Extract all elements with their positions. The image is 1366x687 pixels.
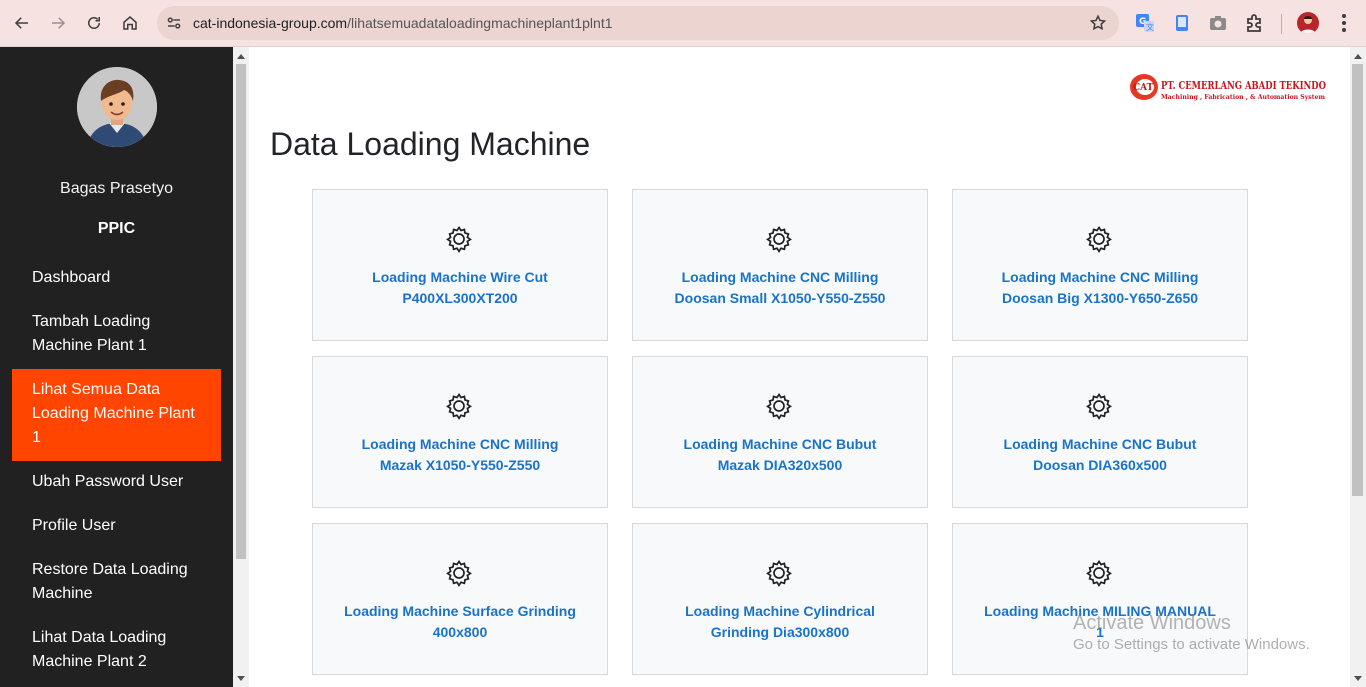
machine-card[interactable]: Loading Machine CNC Milling Doosan Big X1… — [952, 189, 1248, 341]
sidebar-item-profile-user[interactable]: Profile User — [12, 514, 221, 538]
page-scroll-down-icon[interactable] — [1354, 676, 1362, 681]
sidebar-scrollbar-thumb[interactable] — [236, 64, 246, 559]
back-icon[interactable] — [10, 11, 34, 35]
page-scrollbar-thumb[interactable] — [1352, 64, 1363, 496]
machine-card-subtitle: Mazak X1050-Y550-Z550 — [379, 457, 541, 473]
sidebar-item-dashboard[interactable]: Dashboard — [12, 266, 221, 290]
page-scroll-up-icon[interactable] — [1354, 54, 1362, 59]
machine-card-link[interactable]: Loading Machine CNC Bubut Mazak DIA320x50… — [643, 434, 917, 476]
sidebar-item-lihat-data-plant-2[interactable]: Lihat Data Loading Machine Plant 2 — [12, 626, 221, 674]
machine-card-subtitle: Doosan DIA360x500 — [1033, 457, 1167, 473]
machine-card-title: Loading Machine Surface Grinding — [344, 603, 576, 619]
page-title: Data Loading Machine — [270, 126, 591, 162]
avatar — [77, 67, 157, 147]
machine-card-subtitle: 400x800 — [432, 624, 488, 640]
machine-card-link[interactable]: Loading Machine Wire Cut P400XL300XT200 — [323, 267, 597, 309]
machine-card-link[interactable]: Loading Machine Surface Grinding 400x800 — [323, 601, 597, 643]
forward-icon[interactable] — [46, 11, 70, 35]
sidebar-scroll-up-icon[interactable] — [237, 54, 245, 59]
machine-card-subtitle: Grinding Dia300x800 — [710, 624, 850, 640]
machine-card[interactable]: Loading Machine CNC Bubut Doosan DIA360x5… — [952, 356, 1248, 508]
gear-icon — [765, 225, 793, 253]
machine-card-title: Loading Machine CNC Bubut — [683, 436, 877, 452]
gear-icon — [445, 225, 473, 253]
gear-icon — [445, 559, 473, 587]
company-logo: CAT PT. CEMERLANG ABADI TEKINDO Machinin… — [1128, 68, 1328, 104]
machine-card[interactable]: Loading Machine Wire Cut P400XL300XT200 — [312, 189, 608, 341]
machine-card-title: Loading Machine Wire Cut — [372, 269, 548, 285]
machine-card[interactable]: Loading Machine CNC Milling Mazak X1050-Y… — [312, 356, 608, 508]
machine-card-subtitle: Doosan Big X1300-Y650-Z650 — [1001, 290, 1199, 306]
profile-avatar-icon[interactable] — [1297, 12, 1319, 34]
machine-card-link[interactable]: Loading Machine CNC Bubut Doosan DIA360x5… — [963, 434, 1237, 476]
machine-card-subtitle: P400XL300XT200 — [402, 290, 518, 306]
machine-card-subtitle: Doosan Small X1050-Y550-Z550 — [674, 290, 886, 306]
gear-icon — [765, 392, 793, 420]
machine-card-link[interactable]: Loading Machine CNC Milling Doosan Small … — [643, 267, 917, 309]
bookmark-star-icon[interactable] — [1089, 14, 1107, 32]
machine-card-subtitle: Mazak DIA320x500 — [717, 457, 843, 473]
extensions-puzzle-icon[interactable] — [1244, 13, 1264, 33]
machine-card-link[interactable]: Loading Machine Cylindrical Grinding Dia3… — [643, 601, 917, 643]
user-name: Bagas Prasetyo — [60, 180, 173, 197]
activation-watermark-title: Activate Windows — [1073, 612, 1231, 634]
url-text: cat-indonesia-group.com/lihatsemuadatalo… — [193, 15, 613, 31]
sidebar-item-tambah-loading-machine[interactable]: Tambah Loading Machine Plant 1 — [12, 310, 221, 358]
sidebar: Bagas Prasetyo PPIC Dashboard Tambah Loa… — [0, 47, 233, 687]
sidebar-scroll-down-icon[interactable] — [237, 676, 245, 681]
gear-icon — [765, 559, 793, 587]
url-path: /lihatsemuadataloadingmachineplant1plnt1 — [347, 15, 613, 31]
activation-watermark-subtitle: Go to Settings to activate Windows. — [1073, 636, 1310, 653]
gear-icon — [1085, 392, 1113, 420]
camera-extension-icon[interactable] — [1208, 13, 1228, 33]
machine-card[interactable]: Loading Machine Cylindrical Grinding Dia3… — [632, 523, 928, 675]
site-settings-icon[interactable] — [165, 14, 183, 32]
url-host: cat-indonesia-group.com — [193, 15, 348, 31]
gear-icon — [1085, 225, 1113, 253]
machine-card-title: Loading Machine CNC Milling — [1001, 269, 1199, 285]
translate-extension-icon[interactable]: G文 — [1135, 13, 1155, 33]
machine-card[interactable]: Loading Machine CNC Milling Doosan Small … — [632, 189, 928, 341]
reload-icon[interactable] — [82, 11, 106, 35]
svg-text:Machining , Fabrication , & Au: Machining , Fabrication , & Automation S… — [1161, 93, 1325, 101]
svg-text:文: 文 — [1146, 22, 1154, 32]
svg-text:PT. CEMERLANG ABADI TEKINDO: PT. CEMERLANG ABADI TEKINDO — [1161, 79, 1326, 92]
machine-card-link[interactable]: Loading Machine CNC Milling Mazak X1050-Y… — [323, 434, 597, 476]
machine-card-title: Loading Machine CNC Milling — [361, 436, 559, 452]
machine-card-link[interactable]: Loading Machine CNC Milling Doosan Big X1… — [963, 267, 1237, 309]
machine-card-title: Loading Machine CNC Bubut — [1003, 436, 1197, 452]
browser-toolbar: cat-indonesia-group.com/lihatsemuadatalo… — [0, 0, 1366, 47]
gear-icon — [445, 392, 473, 420]
browser-menu-icon[interactable] — [1334, 12, 1354, 34]
svg-text:CAT: CAT — [1133, 83, 1154, 93]
user-role: PPIC — [97, 220, 136, 237]
machine-card-title: Loading Machine Cylindrical — [685, 603, 875, 619]
sidebar-item-ubah-password[interactable]: Ubah Password User — [12, 470, 221, 494]
machine-card[interactable]: Loading Machine CNC Bubut Mazak DIA320x50… — [632, 356, 928, 508]
sidebar-item-lihat-semua-data[interactable]: Lihat Semua Data Loading Machine Plant 1 — [12, 369, 221, 461]
address-bar[interactable]: cat-indonesia-group.com/lihatsemuadatalo… — [157, 6, 1119, 40]
home-icon[interactable] — [118, 11, 142, 35]
sidebar-item-restore-data[interactable]: Restore Data Loading Machine — [12, 558, 221, 606]
toolbar-divider — [1281, 14, 1282, 34]
machine-card[interactable]: Loading Machine Surface Grinding 400x800 — [312, 523, 608, 675]
machine-card-title: Loading Machine CNC Milling — [681, 269, 879, 285]
gear-icon — [1085, 559, 1113, 587]
device-extension-icon[interactable] — [1172, 13, 1192, 33]
